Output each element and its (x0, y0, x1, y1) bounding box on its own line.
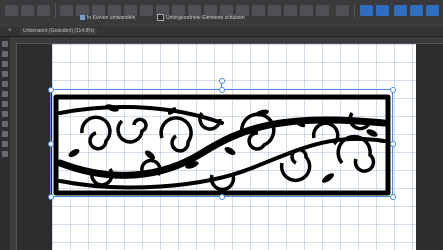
move-tool-icon[interactable] (2, 41, 8, 47)
resize-handle-bottom[interactable] (219, 194, 225, 200)
pixel-view-icon[interactable] (376, 5, 389, 16)
toolbar-divider (354, 4, 355, 18)
swatches-icon[interactable] (426, 5, 439, 16)
shape-tool-icon[interactable] (2, 131, 8, 137)
persona-pixel-icon[interactable] (37, 5, 50, 16)
node-tool-icon[interactable] (2, 51, 8, 57)
document-tab[interactable]: Unbenannt (Geändert) (114.8%) (20, 28, 98, 35)
snap-label: In Kurven umwandeln (87, 15, 136, 21)
resize-handle-top[interactable] (219, 87, 225, 93)
protect-checkbox[interactable] (157, 14, 164, 22)
protect-children-option[interactable]: Untergeordnete Elemente schützen (157, 14, 245, 22)
view-mode-icon[interactable] (360, 5, 373, 16)
assistant-icon[interactable] (394, 5, 407, 16)
document-tab-bar: × Unbenannt (Geändert) (114.8%) (0, 27, 443, 37)
protect-label: Untergeordnete Elemente schützen (166, 15, 245, 21)
pencil-tool-icon[interactable] (2, 81, 8, 87)
fill-tool-icon[interactable] (2, 101, 8, 107)
rotation-handle[interactable] (219, 78, 225, 84)
pen-tool-icon[interactable] (2, 71, 8, 77)
effects-button[interactable] (300, 5, 313, 16)
main-toolbar: In Kurven umwandeln Untergeordnete Eleme… (0, 0, 443, 28)
export-button[interactable] (336, 5, 349, 16)
horizontal-ruler[interactable] (10, 37, 443, 44)
transparency-tool-icon[interactable] (2, 111, 8, 117)
zoom-tool-icon[interactable] (2, 151, 8, 157)
vertical-ruler[interactable] (10, 43, 17, 250)
corner-tool-icon[interactable] (2, 61, 8, 67)
text-tool-icon[interactable] (2, 141, 8, 147)
layers-icon[interactable] (410, 5, 423, 16)
tools-panel (0, 37, 10, 250)
document-setup-button[interactable] (60, 5, 73, 16)
insert-button[interactable] (252, 5, 265, 16)
crop-tool-icon[interactable] (2, 121, 8, 127)
resize-handle-bottom-left[interactable] (48, 194, 54, 200)
resize-handle-right[interactable] (390, 141, 396, 147)
close-document-icon[interactable]: × (8, 27, 12, 36)
app-menu-button[interactable] (5, 5, 18, 16)
brush-tool-icon[interactable] (2, 91, 8, 97)
stroke-button[interactable] (284, 5, 297, 16)
resize-handle-left[interactable] (48, 141, 54, 147)
color-picker-button[interactable] (268, 5, 281, 16)
resize-handle-top-left[interactable] (48, 87, 54, 93)
resize-handle-top-right[interactable] (390, 87, 396, 93)
snap-option[interactable]: In Kurven umwandeln (80, 14, 135, 22)
persona-designer-icon[interactable] (21, 5, 34, 16)
resize-handle-bottom-right[interactable] (390, 194, 396, 200)
transform-button[interactable] (140, 5, 153, 16)
convert-icon (80, 15, 85, 21)
ornament-artwork[interactable] (52, 93, 392, 197)
toolbar-divider (55, 4, 56, 18)
styles-button[interactable] (316, 5, 329, 16)
